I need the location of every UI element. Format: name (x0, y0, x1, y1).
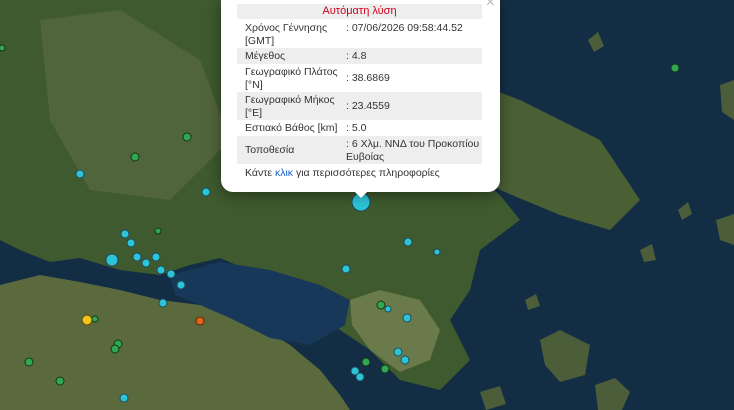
earthquake-marker[interactable] (81, 314, 93, 326)
earthquake-marker[interactable] (151, 252, 161, 262)
magnitude-label: Μέγεθος (245, 50, 286, 62)
magnitude-value: : 4.8 (346, 50, 367, 62)
earthquake-marker[interactable] (0, 44, 6, 52)
earthquake-marker[interactable] (91, 315, 99, 323)
earthquake-marker[interactable] (195, 316, 205, 326)
longitude-row: Γεωγραφικό Μήκος [°E] : 23.4559 (237, 92, 482, 120)
earthquake-marker[interactable] (141, 258, 151, 268)
earthquake-marker[interactable] (376, 300, 386, 310)
more-info-link[interactable]: κλικ (275, 167, 293, 179)
earthquake-marker[interactable] (361, 357, 371, 367)
earthquake-marker[interactable] (384, 305, 392, 313)
earthquake-marker[interactable] (55, 376, 65, 386)
close-icon[interactable]: × (486, 0, 495, 11)
latitude-value: : 38.6869 (346, 72, 390, 84)
earthquake-marker[interactable] (105, 253, 119, 267)
location-row: Τοποθεσία : 6 Χλμ. ΝΝΔ του Προκοπίου Ευβ… (237, 136, 482, 164)
origin-time-row: Χρόνος Γέννησης [GMT] : 07/06/2026 09:58… (237, 20, 482, 48)
earthquake-marker[interactable] (670, 63, 680, 73)
earthquake-marker[interactable] (24, 357, 34, 367)
location-value: : 6 Χλμ. ΝΝΔ του Προκοπίου Ευβοίας (346, 138, 480, 163)
earthquake-marker[interactable] (119, 393, 129, 403)
more-info-prefix: Κάντε (245, 167, 273, 179)
earthquake-marker[interactable] (156, 265, 166, 275)
popup-tip (353, 190, 369, 198)
earthquake-marker[interactable] (402, 313, 412, 323)
earthquake-marker[interactable] (176, 280, 186, 290)
earthquake-marker[interactable] (126, 238, 136, 248)
more-info-suffix: για περισσότερες πληροφορίες (295, 167, 440, 179)
earthquake-marker[interactable] (403, 237, 413, 247)
earthquake-marker[interactable] (166, 269, 176, 279)
location-label: Τοποθεσία (245, 144, 295, 156)
longitude-label: Γεωγραφικό Μήκος [°E] (245, 94, 335, 119)
latitude-row: Γεωγραφικό Πλάτος [°N] : 38.6869 (237, 64, 482, 92)
earthquake-marker[interactable] (110, 344, 120, 354)
origin-time-label: Χρόνος Γέννησης [GMT] (245, 22, 328, 47)
earthquake-marker[interactable] (75, 169, 85, 179)
earthquake-marker[interactable] (433, 248, 441, 256)
earthquake-marker[interactable] (400, 355, 410, 365)
popup-title: Αυτόματη λύση (237, 4, 482, 19)
latitude-label: Γεωγραφικό Πλάτος [°N] (245, 66, 338, 91)
earthquake-marker[interactable] (341, 264, 351, 274)
earthquake-marker[interactable] (393, 347, 403, 357)
longitude-value: : 23.4559 (346, 100, 390, 112)
focal-depth-row: Εστιακό Βάθος [km] : 5.0 (237, 120, 482, 136)
earthquake-info-popup: × Αυτόματη λύση Χρόνος Γέννησης [GMT] : … (221, 0, 500, 192)
earthquake-marker[interactable] (120, 229, 130, 239)
focal-depth-value: : 5.0 (346, 122, 367, 134)
magnitude-row: Μέγεθος : 4.8 (237, 48, 482, 64)
earthquake-marker[interactable] (154, 227, 162, 235)
earthquake-marker[interactable] (182, 132, 192, 142)
earthquake-marker[interactable] (132, 252, 142, 262)
earthquake-marker[interactable] (355, 372, 365, 382)
earthquake-marker[interactable] (201, 187, 211, 197)
earthquake-marker[interactable] (130, 152, 140, 162)
earthquake-marker[interactable] (158, 298, 168, 308)
focal-depth-label: Εστιακό Βάθος [km] (245, 122, 338, 134)
earthquake-marker[interactable] (380, 364, 390, 374)
more-info-text: Κάντε κλικ για περισσότερες πληροφορίες (245, 167, 440, 179)
origin-time-value: : 07/06/2026 09:58:44.52 (346, 22, 463, 34)
